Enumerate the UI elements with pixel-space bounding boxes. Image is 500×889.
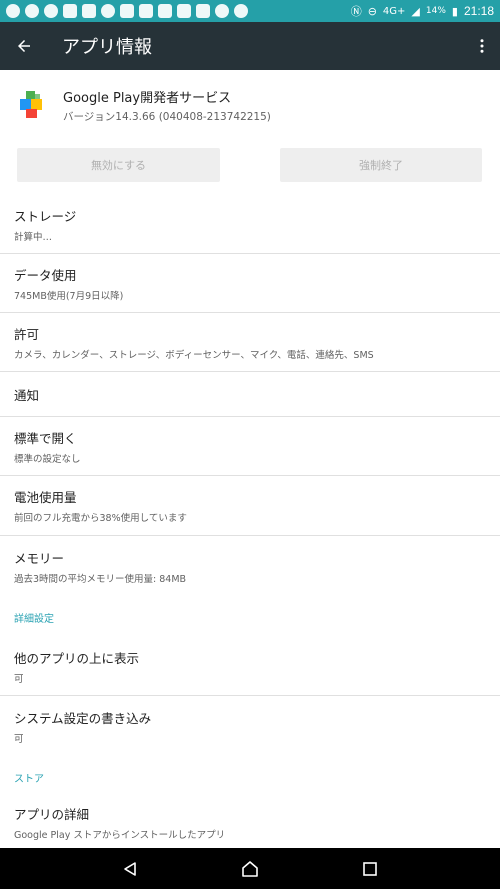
clock: 21:18 <box>463 4 494 18</box>
item-title: 標準で開く <box>14 430 77 446</box>
storage-item[interactable]: ストレージ 計算中… <box>0 196 500 254</box>
item-title: 通知 <box>14 387 40 403</box>
memory-item[interactable]: メモリー 過去3時間の平均メモリー使用量: 84MB <box>0 536 500 596</box>
chat-bubble-icon <box>215 4 229 18</box>
item-subtitle: 可 <box>14 733 24 745</box>
item-subtitle: 前回のフル充電から38%使用しています <box>14 513 187 524</box>
item-title: アプリの詳細 <box>14 807 90 822</box>
vine-icon <box>82 4 96 18</box>
nav-recents-button[interactable] <box>350 848 390 889</box>
nav-back-button[interactable] <box>110 848 150 889</box>
navigation-bar <box>0 848 500 889</box>
data-usage-item[interactable]: データ使用 745MB使用(7月9日以降) <box>0 254 500 313</box>
overflow-menu-button[interactable] <box>464 22 500 70</box>
status-bar: Ⓝ ⊖ 4G+ ◢ 14% ▮ 21:18 <box>0 0 500 22</box>
pinwheel-icon <box>101 4 115 18</box>
item-title: 電池使用量 <box>14 490 77 505</box>
app-meta: Google Play開発者サービス バージョン14.3.66 (040408-… <box>63 87 271 124</box>
item-subtitle: カメラ、カレンダー、ストレージ、ボディーセンサー、マイク、電話、連絡先、SMS <box>14 349 374 361</box>
battery-item[interactable]: 電池使用量 前回のフル充電から38%使用しています <box>0 476 500 536</box>
write-system-settings-item[interactable]: システム設定の書き込み 可 <box>0 696 500 756</box>
message-icon <box>6 4 20 18</box>
item-title: 許可 <box>14 326 40 342</box>
home-icon <box>177 4 191 18</box>
gmail-icon <box>196 4 210 18</box>
mail-icon <box>139 4 153 18</box>
item-title: データ使用 <box>14 267 77 283</box>
app-icon <box>120 4 134 18</box>
permissions-item[interactable]: 許可 カメラ、カレンダー、ストレージ、ボディーセンサー、マイク、電話、連絡先、S… <box>0 313 500 372</box>
google-play-services-icon <box>20 91 42 118</box>
page-title: アプリ情報 <box>62 37 152 58</box>
nav-home-button[interactable] <box>230 848 270 889</box>
square-recents-icon <box>363 861 377 876</box>
item-title: ストレージ <box>14 209 77 224</box>
line-icon <box>234 4 248 18</box>
home-outline-icon <box>242 860 258 877</box>
item-title: 他のアプリの上に表示 <box>14 650 140 666</box>
more-vert-icon <box>480 39 484 53</box>
draw-over-apps-item[interactable]: 他のアプリの上に表示 可 <box>0 637 500 696</box>
notifications-item[interactable]: 通知 <box>0 372 500 417</box>
item-title: システム設定の書き込み <box>14 710 152 726</box>
item-subtitle: 745MB使用(7月9日以降) <box>14 290 124 302</box>
nfc-icon: Ⓝ <box>350 4 362 18</box>
back-button[interactable] <box>0 22 48 70</box>
chat-icon <box>25 4 39 18</box>
disable-button[interactable]: 無効にする <box>17 148 220 182</box>
app-name: Google Play開発者サービス <box>63 90 232 106</box>
chat-icon <box>44 4 58 18</box>
do-not-disturb-icon: ⊖ <box>367 4 377 18</box>
item-subtitle: 可 <box>14 673 24 685</box>
item-subtitle: 計算中… <box>14 232 53 243</box>
item-subtitle: 標準の設定なし <box>14 453 81 465</box>
vine-icon <box>63 4 77 18</box>
app-version: バージョン14.3.66 (040408-213742215) <box>63 110 271 123</box>
item-subtitle: Google Play ストアからインストールしたアプリ <box>14 830 226 841</box>
signal-icon: ◢ <box>411 4 420 18</box>
item-subtitle: 過去3時間の平均メモリー使用量: 84MB <box>14 573 187 585</box>
system-icons: Ⓝ ⊖ 4G+ ◢ 14% ▮ 21:18 <box>351 4 494 18</box>
triangle-back-icon <box>124 861 136 876</box>
open-by-default-item[interactable]: 標準で開く 標準の設定なし <box>0 417 500 476</box>
battery-percent: 14% <box>425 6 446 16</box>
arrow-back-icon <box>18 40 30 52</box>
network-type: 4G+ <box>382 5 406 17</box>
battery-icon: ▮ <box>451 4 458 18</box>
section-header-advanced: 詳細設定 <box>14 614 54 625</box>
item-title: メモリー <box>14 550 65 566</box>
force-stop-button[interactable]: 強制終了 <box>280 148 482 182</box>
app-details-item[interactable]: アプリの詳細 Google Play ストアからインストールしたアプリ <box>0 797 500 848</box>
app-bar: アプリ情報 <box>0 22 500 70</box>
notification-icons <box>6 4 351 18</box>
app-header: Google Play開発者サービス バージョン14.3.66 (040408-… <box>0 70 500 140</box>
section-header-store: ストア <box>14 774 44 785</box>
flipboard-icon <box>158 4 172 18</box>
